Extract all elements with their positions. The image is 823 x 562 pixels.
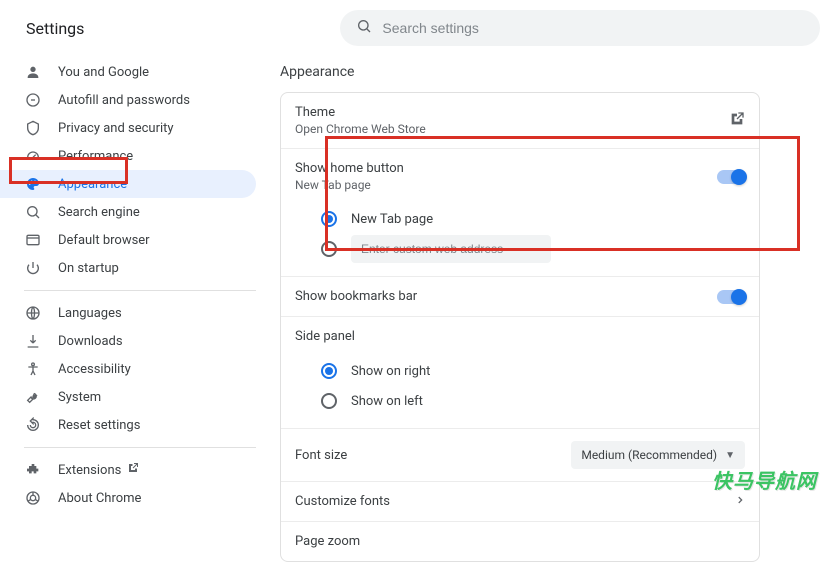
side-panel-row: Side panel [281,317,759,350]
sidebar-item-label: Search engine [58,205,140,220]
radio-custom-address[interactable] [321,241,337,257]
sidebar-item-default-browser[interactable]: Default browser [0,226,256,254]
radio-label: Show on left [351,394,423,409]
theme-row[interactable]: Theme Open Chrome Web Store [281,93,759,149]
bookmarks-row: Show bookmarks bar [281,277,759,317]
sidebar-divider [24,447,256,448]
font-size-label: Font size [295,448,347,463]
sidebar-item-label: You and Google [58,65,149,80]
wrench-icon [24,389,42,405]
sidebar-item-autofill[interactable]: Autofill and passwords [0,86,256,114]
bookmarks-label: Show bookmarks bar [295,289,417,304]
accessibility-icon [24,361,42,377]
radio-new-tab-page[interactable] [321,211,337,227]
sidebar-item-label: System [58,390,101,405]
sidebar-item-label: Autofill and passwords [58,93,190,108]
home-button-radio-group: New Tab page [281,198,759,277]
bookmarks-toggle[interactable] [717,290,745,304]
sidebar-item-about-chrome[interactable]: About Chrome [0,484,256,512]
sidebar-item-extensions[interactable]: Extensions [0,456,256,484]
radio-label: Show on right [351,364,430,379]
sidebar-item-label: Privacy and security [58,121,174,136]
globe-icon [24,305,42,321]
home-button-sublabel: New Tab page [295,178,404,192]
sidebar-item-performance[interactable]: Performance [0,142,256,170]
theme-sublabel: Open Chrome Web Store [295,122,426,136]
page-title: Settings [26,19,84,38]
chevron-right-icon [735,494,745,509]
sidebar-item-label: Extensions [58,463,121,478]
sidebar-item-label: Downloads [58,334,123,349]
open-in-new-icon[interactable] [729,111,745,131]
palette-icon [24,176,42,192]
sidebar-item-downloads[interactable]: Downloads [0,327,256,355]
power-icon [24,260,42,276]
sidebar-item-accessibility[interactable]: Accessibility [0,355,256,383]
shield-icon [24,120,42,136]
sidebar-item-label: Languages [58,306,122,321]
customize-fonts-row[interactable]: Customize fonts [281,482,759,522]
sidebar-item-privacy[interactable]: Privacy and security [0,114,256,142]
page-zoom-label: Page zoom [295,534,360,549]
font-size-value: Medium (Recommended) [581,448,717,462]
section-title: Appearance [280,64,823,80]
open-in-new-icon [127,462,139,478]
page-zoom-row[interactable]: Page zoom [281,522,759,561]
sidebar-item-you-and-google[interactable]: You and Google [0,58,256,86]
person-icon [24,64,42,80]
custom-address-input[interactable] [351,235,551,263]
radio-show-on-right[interactable] [321,363,337,379]
download-icon [24,333,42,349]
chrome-icon [24,490,42,506]
side-panel-label: Side panel [295,329,355,344]
search-settings-input-wrapper[interactable] [340,10,820,46]
sidebar: You and Google Autofill and passwords Pr… [0,52,280,500]
sidebar-item-system[interactable]: System [0,383,256,411]
sidebar-divider [24,290,256,291]
home-button-row: Show home button New Tab page [281,149,759,198]
sidebar-item-on-startup[interactable]: On startup [0,254,256,282]
browser-icon [24,232,42,248]
reset-icon [24,417,42,433]
speedometer-icon [24,148,42,164]
sidebar-item-label: Accessibility [58,362,131,377]
font-size-row[interactable]: Font size Medium (Recommended) ▼ [281,429,759,482]
side-panel-radio-group: Show on right Show on left [281,350,759,429]
sidebar-item-languages[interactable]: Languages [0,299,256,327]
sidebar-item-label: On startup [58,261,119,276]
sidebar-item-label: Performance [58,149,133,164]
sidebar-item-label: Appearance [58,177,127,192]
sidebar-item-label: About Chrome [58,491,141,506]
appearance-card: Theme Open Chrome Web Store Show home bu… [280,92,760,562]
home-button-toggle[interactable] [717,170,745,184]
sidebar-item-appearance[interactable]: Appearance [0,170,256,198]
autofill-icon [24,92,42,108]
search-icon [24,204,42,220]
chevron-down-icon: ▼ [725,450,735,461]
watermark-text: 快马导航网 [712,465,817,494]
customize-fonts-label: Customize fonts [295,494,390,509]
radio-show-on-left[interactable] [321,393,337,409]
sidebar-item-search-engine[interactable]: Search engine [0,198,256,226]
home-button-label: Show home button [295,161,404,176]
search-icon [356,18,372,38]
sidebar-item-label: Reset settings [58,418,140,433]
sidebar-item-label: Default browser [58,233,150,248]
theme-label: Theme [295,105,426,120]
search-settings-input[interactable] [382,20,804,36]
radio-label: New Tab page [351,212,433,227]
extension-icon [24,462,42,478]
sidebar-item-reset[interactable]: Reset settings [0,411,256,439]
